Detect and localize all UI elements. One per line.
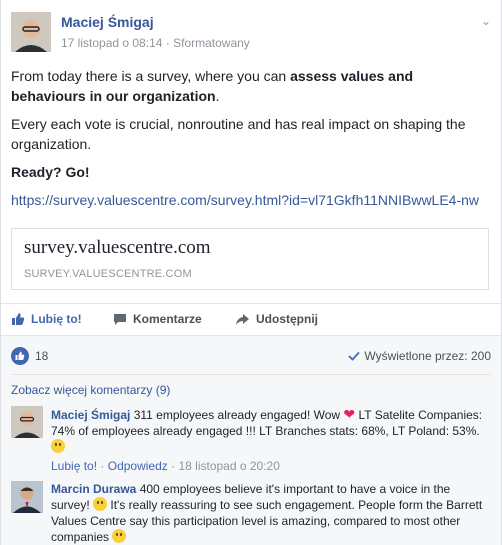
comment-button-label: Komentarze <box>133 312 202 326</box>
post-body: From today there is a survey, where you … <box>11 66 489 218</box>
preview-domain: SURVEY.VALUESCENTRE.COM <box>24 268 192 280</box>
post-options-chevron-icon[interactable]: ⌄ <box>481 14 491 28</box>
comment-reply-link[interactable]: Odpowiedz <box>108 459 168 473</box>
post-paragraph-3: Ready? Go! <box>11 164 90 180</box>
checkmark-icon <box>348 351 361 361</box>
share-button-label: Udostępnij <box>256 312 318 326</box>
post-card: Maciej Śmigaj 17 listopad o 08:14 · Sfor… <box>0 0 502 545</box>
comment-body: Maciej Śmigaj 311 employees already enga… <box>51 406 491 474</box>
smile-emoji-icon <box>93 497 108 511</box>
preview-title[interactable]: survey.valuescentre.com <box>24 237 211 259</box>
seen-by[interactable]: Wyświetlone przez: 200 <box>348 349 491 363</box>
meta-separator: · <box>165 36 170 50</box>
post-paragraph-link: https://survey.valuescentre.com/survey.h… <box>11 190 489 210</box>
heart-emoji-icon: ❤ <box>343 406 356 422</box>
post-text: From today there is a survey, where you … <box>11 68 291 84</box>
thumbs-up-icon <box>12 313 25 325</box>
like-button-label: Lubię to! <box>31 312 82 326</box>
post-paragraph-2: Every each vote is crucial, nonroutine a… <box>11 116 466 152</box>
comment-text: 311 employees already engaged! Wow <box>133 408 341 422</box>
divider <box>11 374 491 375</box>
smile-emoji-icon <box>51 439 65 453</box>
comment-like-link[interactable]: Lubię to! <box>51 459 97 473</box>
post-edited-label[interactable]: Sformatowany <box>173 36 250 50</box>
like-reaction-icon[interactable] <box>11 347 29 365</box>
meta-separator: · <box>171 459 176 473</box>
meta-separator: · <box>100 459 105 473</box>
post-author-name[interactable]: Maciej Śmigaj <box>61 14 154 30</box>
post-meta: 17 listopad o 08:14 · Sformatowany <box>61 36 250 50</box>
like-button[interactable]: Lubię to! <box>11 312 82 326</box>
share-button[interactable]: Udostępnij <box>235 312 318 326</box>
comment-button[interactable]: Komentarze <box>113 312 202 326</box>
post-text: . <box>215 88 220 104</box>
survey-link[interactable]: https://survey.valuescentre.com/survey.h… <box>11 192 479 208</box>
view-more-comments-link[interactable]: Zobacz więcej komentarzy (9) <box>11 383 170 397</box>
comment-author[interactable]: Maciej Śmigaj <box>51 408 130 422</box>
comment-author[interactable]: Marcin Durawa <box>51 482 136 496</box>
comment-icon <box>114 313 126 325</box>
comment-timestamp[interactable]: 18 listopad o 20:20 <box>178 459 279 473</box>
post-paragraph-1: From today there is a survey, where you … <box>11 66 489 106</box>
smile-emoji-icon <box>112 529 127 543</box>
commenter-avatar[interactable] <box>11 406 43 438</box>
link-preview[interactable]: survey.valuescentre.com SURVEY.VALUESCEN… <box>11 228 489 290</box>
seen-by-label: Wyświetlone przez: 200 <box>364 349 491 363</box>
post-header: Maciej Śmigaj 17 listopad o 08:14 · Sfor… <box>11 12 491 58</box>
post-actions: Lubię to! Komentarze Udostępnij <box>1 303 501 334</box>
likes-count[interactable]: 18 <box>35 349 48 363</box>
reactions-row: 18 Wyświetlone przez: 200 <box>11 346 491 366</box>
comments-section: 18 Wyświetlone przez: 200 Zobacz więcej … <box>1 335 501 545</box>
commenter-avatar[interactable] <box>11 481 43 513</box>
post-date[interactable]: 17 listopad o 08:14 <box>61 36 162 50</box>
comment-body: Marcin Durawa 400 employees believe it's… <box>51 481 491 545</box>
author-avatar[interactable] <box>11 12 51 52</box>
share-arrow-icon <box>236 313 249 325</box>
comment-meta: Lubię to! · Odpowiedz · 18 listopad o 20… <box>51 458 491 474</box>
